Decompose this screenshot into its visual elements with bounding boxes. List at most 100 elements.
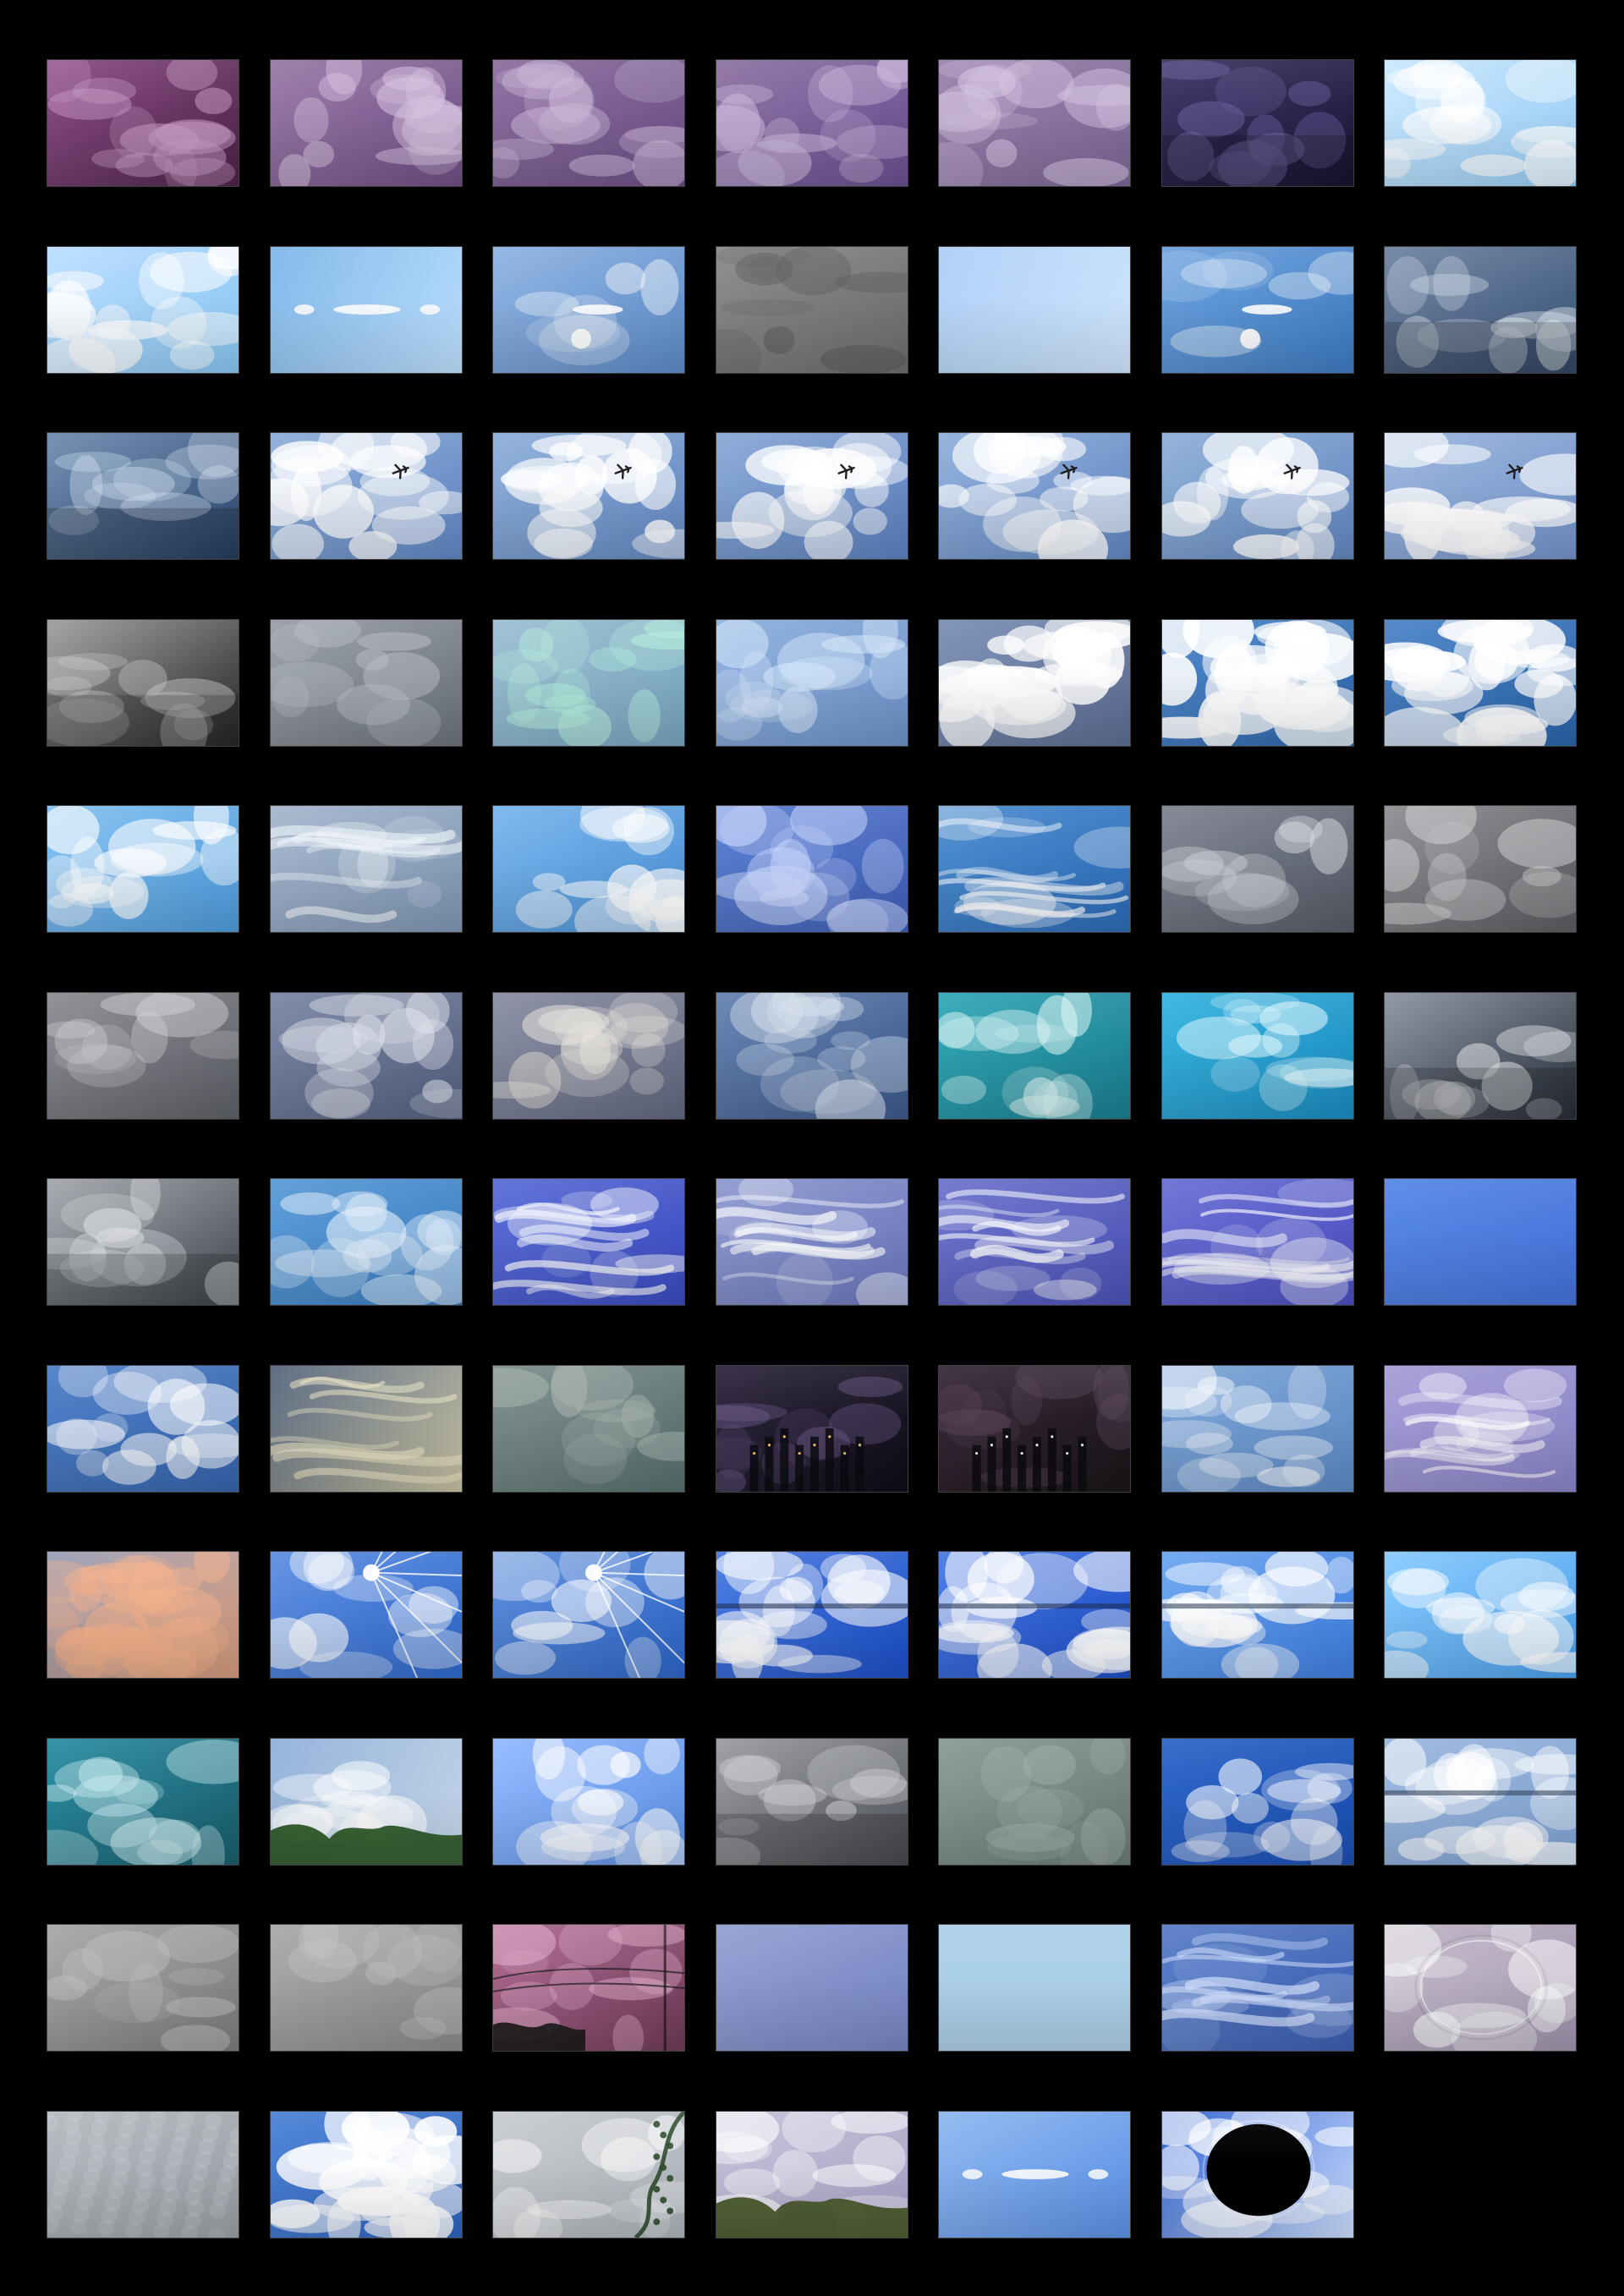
sky-thumbnail[interactable] <box>270 432 463 560</box>
sky-thumbnail[interactable] <box>716 432 908 560</box>
sky-thumbnail[interactable] <box>492 992 685 1120</box>
sky-thumbnail[interactable] <box>938 619 1131 747</box>
sky-thumbnail[interactable] <box>938 1738 1131 1866</box>
sky-thumbnail[interactable] <box>1384 1924 1577 2052</box>
sky-thumbnail[interactable] <box>270 59 463 187</box>
sky-thumbnail[interactable] <box>270 992 463 1120</box>
sky-thumbnail[interactable] <box>270 805 463 933</box>
sky-thumbnail[interactable] <box>938 1551 1131 1679</box>
sky-thumbnail[interactable] <box>1161 619 1354 747</box>
sky-thumbnail[interactable] <box>1161 1365 1354 1493</box>
sky-thumbnail[interactable] <box>47 805 239 933</box>
sky-thumbnail[interactable] <box>270 1551 463 1679</box>
sky-thumbnail[interactable] <box>1384 1551 1577 1679</box>
sky-thumbnail[interactable] <box>938 432 1131 560</box>
sky-thumbnail-art <box>47 433 239 559</box>
sky-thumbnail[interactable] <box>1161 1738 1354 1866</box>
sky-thumbnail[interactable] <box>1384 432 1577 560</box>
sky-thumbnail-art <box>278 60 462 186</box>
sky-thumbnail[interactable] <box>1161 1924 1354 2052</box>
sky-thumbnail[interactable] <box>1161 59 1354 187</box>
sky-thumbnail[interactable] <box>1384 59 1577 187</box>
sky-thumbnail-art <box>939 620 1130 746</box>
sky-thumbnail[interactable] <box>492 1738 685 1866</box>
sky-thumbnail[interactable] <box>47 1924 239 2052</box>
sky-thumbnail-art <box>1385 806 1576 925</box>
sky-thumbnail[interactable] <box>716 1365 908 1493</box>
sky-thumbnail-art <box>271 1376 462 1484</box>
sky-thumbnail[interactable] <box>270 246 463 374</box>
sky-thumbnail-art <box>493 806 684 932</box>
sky-thumbnail[interactable] <box>1161 246 1354 374</box>
sky-thumbnail[interactable] <box>492 432 685 560</box>
sky-thumbnail[interactable] <box>492 59 685 187</box>
sky-thumbnail[interactable] <box>716 992 908 1120</box>
sky-thumbnail[interactable] <box>716 1178 908 1306</box>
sky-thumbnail[interactable] <box>1384 992 1577 1120</box>
sky-thumbnail-art <box>1176 993 1353 1111</box>
sky-thumbnail[interactable] <box>270 2111 463 2238</box>
sky-thumbnail[interactable] <box>47 992 239 1120</box>
sky-thumbnail[interactable] <box>47 619 239 747</box>
sky-thumbnail[interactable] <box>492 1924 685 2052</box>
sky-thumbnail[interactable] <box>1161 432 1354 560</box>
sky-thumbnail[interactable] <box>938 1178 1131 1306</box>
sky-thumbnail[interactable] <box>938 1365 1131 1493</box>
sky-thumbnail-art <box>47 806 239 932</box>
sky-thumbnail[interactable] <box>716 805 908 933</box>
sky-thumbnail[interactable] <box>492 2111 685 2238</box>
sky-thumbnail[interactable] <box>270 1178 463 1306</box>
sky-thumbnail[interactable] <box>716 2111 908 2238</box>
sky-thumbnail[interactable] <box>716 619 908 747</box>
sky-thumbnail[interactable] <box>47 1365 239 1493</box>
sky-thumbnail[interactable] <box>492 805 685 933</box>
sky-thumbnail[interactable] <box>47 246 239 374</box>
sky-thumbnail-art <box>271 2112 462 2238</box>
sky-thumbnail[interactable] <box>1161 992 1354 1120</box>
sky-thumbnail[interactable] <box>1384 1365 1577 1493</box>
sky-thumbnail[interactable] <box>47 1738 239 1866</box>
sky-thumbnail[interactable] <box>1384 805 1577 933</box>
sky-thumbnail[interactable] <box>1161 2111 1354 2238</box>
thumbnail-grid <box>0 0 1624 2296</box>
sky-thumbnail[interactable] <box>492 246 685 374</box>
sky-thumbnail[interactable] <box>270 619 463 747</box>
sky-thumbnail[interactable] <box>938 992 1131 1120</box>
sky-thumbnail-art <box>47 60 236 186</box>
sky-thumbnail[interactable] <box>47 1178 239 1306</box>
sky-thumbnail[interactable] <box>938 2111 1131 2238</box>
sky-thumbnail-art <box>716 1376 903 1492</box>
sky-thumbnail[interactable] <box>1161 805 1354 933</box>
sky-thumbnail-art <box>1385 60 1576 186</box>
sky-thumbnail[interactable] <box>1384 1738 1577 1866</box>
sky-thumbnail-art <box>1162 1932 1353 2051</box>
sky-thumbnail[interactable] <box>47 1551 239 1679</box>
sky-thumbnail[interactable] <box>492 1178 685 1306</box>
sky-thumbnail[interactable] <box>1384 1178 1577 1306</box>
sky-thumbnail[interactable] <box>1384 619 1577 747</box>
sky-thumbnail[interactable] <box>270 1365 463 1493</box>
sky-thumbnail[interactable] <box>1161 1178 1354 1306</box>
sky-thumbnail[interactable] <box>1384 246 1577 374</box>
sky-thumbnail[interactable] <box>938 59 1131 187</box>
sky-thumbnail[interactable] <box>716 1738 908 1866</box>
sky-thumbnail[interactable] <box>270 1924 463 2052</box>
sky-thumbnail[interactable] <box>716 59 908 187</box>
sky-thumbnail-art <box>1162 250 1353 358</box>
sky-thumbnail[interactable] <box>716 1924 908 2052</box>
sky-thumbnail[interactable] <box>47 59 239 187</box>
sky-thumbnail[interactable] <box>938 805 1131 933</box>
sky-thumbnail-art <box>716 2112 908 2238</box>
sky-thumbnail[interactable] <box>938 1924 1131 2052</box>
sky-thumbnail[interactable] <box>938 246 1131 374</box>
sky-thumbnail[interactable] <box>47 2111 239 2238</box>
sky-thumbnail[interactable] <box>492 1551 685 1679</box>
sky-thumbnail[interactable] <box>270 1738 463 1866</box>
sky-thumbnail-art <box>1162 1552 1353 1678</box>
sky-thumbnail[interactable] <box>716 1551 908 1679</box>
sky-thumbnail[interactable] <box>47 432 239 560</box>
sky-thumbnail[interactable] <box>492 1365 685 1493</box>
sky-thumbnail[interactable] <box>492 619 685 747</box>
sky-thumbnail[interactable] <box>1161 1551 1354 1679</box>
sky-thumbnail[interactable] <box>716 246 908 374</box>
